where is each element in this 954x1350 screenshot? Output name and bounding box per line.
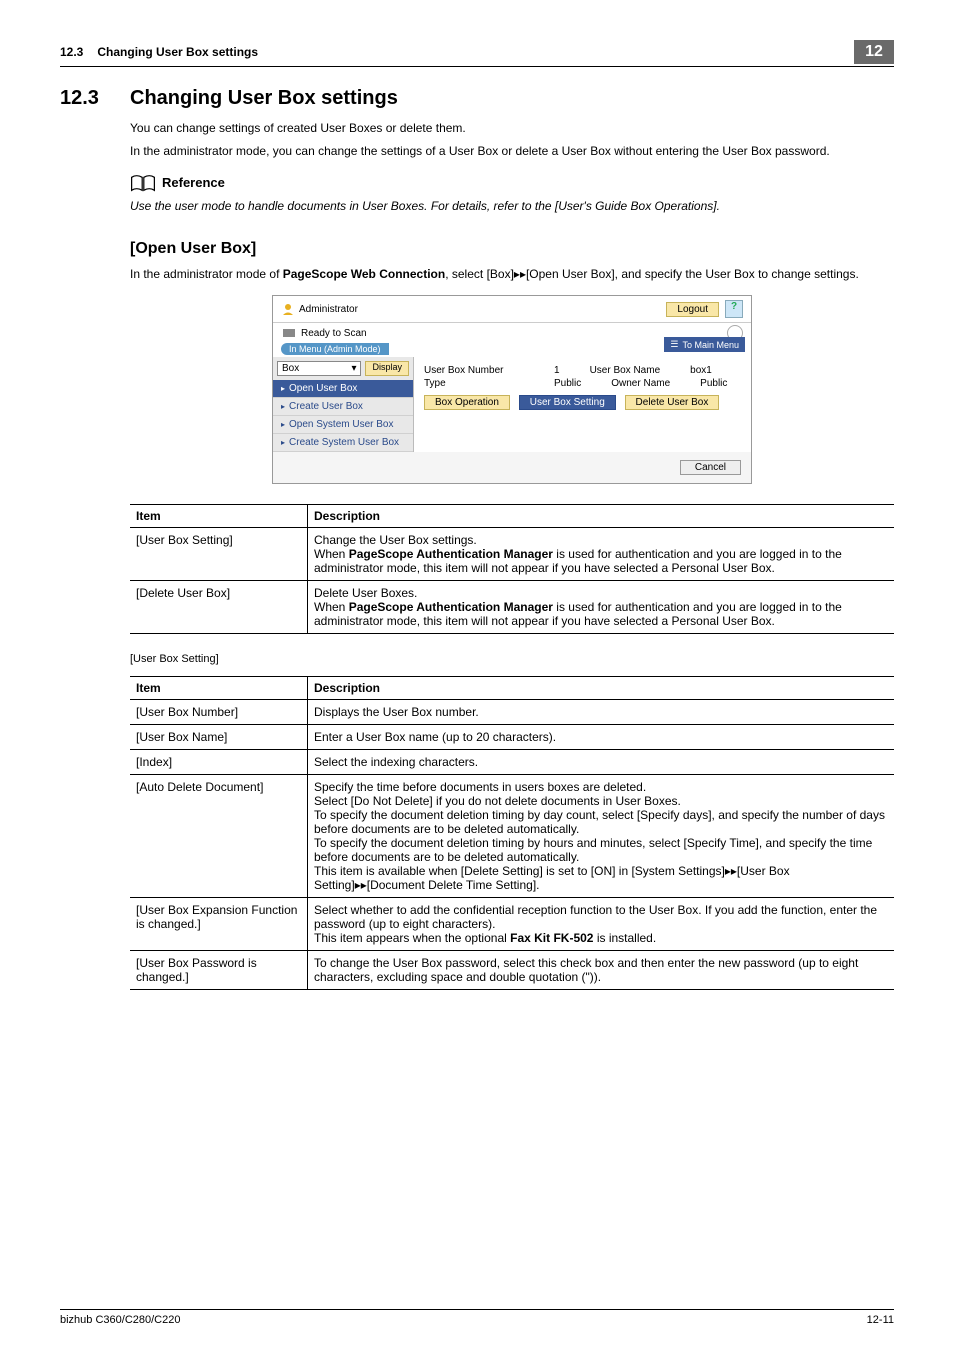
t1-head-item: Item: [130, 505, 308, 528]
footer-page-number: 12-11: [867, 1314, 894, 1326]
heading-1: 12.3 Changing User Box settings: [60, 87, 894, 110]
ss-nav-open-user-box[interactable]: Open User Box: [273, 380, 413, 398]
ss-nav-open-system-user-box[interactable]: Open System User Box: [273, 416, 413, 434]
ss-display-button[interactable]: Display: [365, 361, 409, 376]
t1-r1-desc: Delete User Boxes. When PageScope Authen…: [308, 581, 895, 634]
table-row: [Index] Select the indexing characters.: [130, 749, 894, 774]
t1-r0-item: [User Box Setting]: [130, 528, 308, 581]
intro-paragraph-1: You can change settings of created User …: [130, 120, 894, 137]
t2-r4-desc: Select whether to add the confidential r…: [308, 897, 895, 950]
t2-r0-desc: Displays the User Box number.: [308, 699, 895, 724]
ss-menu-mode: In Menu (Admin Mode): [281, 343, 389, 355]
book-icon: [130, 174, 156, 192]
page-footer: bizhub C360/C280/C220 12-11: [60, 1309, 894, 1326]
header-section-title: Changing User Box settings: [97, 45, 854, 59]
lead-post: , select [Box]▸▸[Open User Box], and spe…: [445, 267, 859, 281]
ss-ready-label: Ready to Scan: [297, 328, 727, 339]
ss-box-select[interactable]: Box ▾: [277, 361, 361, 376]
ss-to-main-menu[interactable]: ☰ To Main Menu: [664, 337, 745, 352]
ss-ubn-label: User Box Number: [424, 365, 524, 376]
lead-bold: PageScope Web Connection: [283, 267, 445, 281]
ss-cancel-button[interactable]: Cancel: [680, 460, 741, 475]
table-user-box-setting-fields: Item Description [User Box Number] Displ…: [130, 676, 894, 990]
reference-text: Use the user mode to handle documents in…: [130, 198, 894, 215]
t2-r1-item: [User Box Name]: [130, 724, 308, 749]
table-user-box-actions: Item Description [User Box Setting] Chan…: [130, 504, 894, 634]
t2-head-item: Item: [130, 676, 308, 699]
t2-r4-item: [User Box Expansion Function is changed.…: [130, 897, 308, 950]
t2-r5-item: [User Box Password is changed.]: [130, 950, 308, 989]
ss-owner-value: Public: [700, 378, 727, 389]
t1-r1-item: [Delete User Box]: [130, 581, 308, 634]
header-chapter-number: 12: [854, 40, 894, 64]
t2-r2-item: [Index]: [130, 749, 308, 774]
ss-delete-user-box-button[interactable]: Delete User Box: [625, 395, 720, 410]
lead-pre: In the administrator mode of: [130, 267, 283, 281]
ss-ubname-value: box1: [690, 365, 712, 376]
chevron-down-icon: ▾: [351, 363, 356, 374]
t2-r0-item: [User Box Number]: [130, 699, 308, 724]
admin-icon: [281, 302, 295, 316]
t2-r2-desc: Select the indexing characters.: [308, 749, 895, 774]
embedded-screenshot: Administrator Logout ? Ready to Scan In …: [272, 295, 752, 484]
table-row: [Delete User Box] Delete User Boxes. Whe…: [130, 581, 894, 634]
t2-head-desc: Description: [308, 676, 895, 699]
ss-help-button[interactable]: ?: [725, 300, 743, 318]
t1-head-desc: Description: [308, 505, 895, 528]
ss-type-value: Public: [554, 378, 581, 389]
ss-nav-create-system-user-box[interactable]: Create System User Box: [273, 434, 413, 452]
table-row: [User Box Password is changed.] To chang…: [130, 950, 894, 989]
t2-r3-desc: Specify the time before documents in use…: [308, 774, 895, 897]
list-icon: ☰: [670, 339, 678, 350]
ss-box-operation-button[interactable]: Box Operation: [424, 395, 510, 410]
table-row: [User Box Number] Displays the User Box …: [130, 699, 894, 724]
footer-model: bizhub C360/C280/C220: [60, 1314, 180, 1326]
ss-type-label: Type: [424, 378, 524, 389]
lead-paragraph: In the administrator mode of PageScope W…: [130, 266, 894, 283]
ss-admin-label: Administrator: [299, 304, 358, 315]
t1-r0-desc: Change the User Box settings. When PageS…: [308, 528, 895, 581]
subhead-user-box-setting: [User Box Setting]: [130, 652, 894, 667]
reference-heading: Reference: [130, 174, 894, 192]
ss-ubn-value: 1: [554, 365, 560, 376]
ss-user-box-setting-button[interactable]: User Box Setting: [519, 395, 616, 410]
t2-r5-desc: To change the User Box password, select …: [308, 950, 895, 989]
table-row: [User Box Setting] Change the User Box s…: [130, 528, 894, 581]
printer-icon: [281, 327, 297, 339]
table-row: [User Box Expansion Function is changed.…: [130, 897, 894, 950]
heading-2: [Open User Box]: [130, 240, 894, 258]
h1-title: Changing User Box settings: [130, 87, 398, 110]
header-section-number: 12.3: [60, 45, 83, 59]
ss-nav-create-user-box[interactable]: Create User Box: [273, 398, 413, 416]
reference-label: Reference: [162, 175, 225, 190]
table-row: [User Box Name] Enter a User Box name (u…: [130, 724, 894, 749]
table-row: [Auto Delete Document] Specify the time …: [130, 774, 894, 897]
t2-r1-desc: Enter a User Box name (up to 20 characte…: [308, 724, 895, 749]
t2-r3-item: [Auto Delete Document]: [130, 774, 308, 897]
intro-paragraph-2: In the administrator mode, you can chang…: [130, 143, 894, 160]
h1-number: 12.3: [60, 87, 130, 110]
ss-logout-button[interactable]: Logout: [666, 302, 719, 317]
ss-owner-label: Owner Name: [611, 378, 670, 389]
ss-ubname-label: User Box Name: [590, 365, 661, 376]
running-header: 12.3 Changing User Box settings 12: [60, 40, 894, 67]
